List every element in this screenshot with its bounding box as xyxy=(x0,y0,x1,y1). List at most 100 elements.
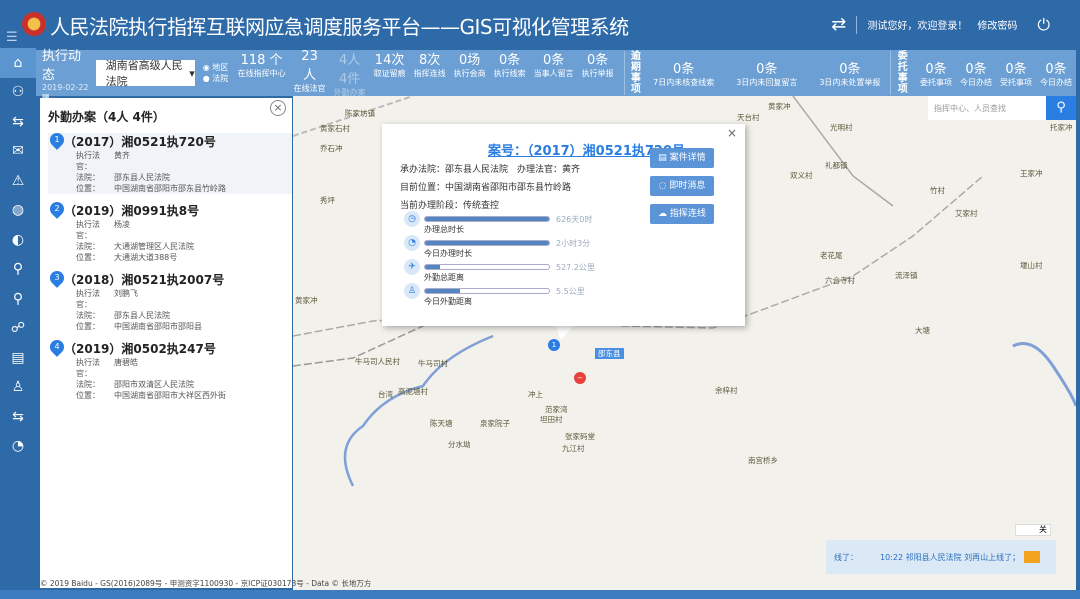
stat-item[interactable]: 0场 执行会商 xyxy=(450,49,490,98)
stat-item[interactable]: 118 个在线指挥中心 xyxy=(234,49,290,98)
case-detail-button[interactable]: ▤ 案件详情 xyxy=(650,148,714,168)
case-court-row: 法院： 邵阳市双清区人民法院 xyxy=(76,379,292,390)
field-value: 唐碧皓 xyxy=(114,358,138,367)
map-place-label: 天台村 xyxy=(737,113,760,122)
stat-item[interactable]: 8次 指挥连线 xyxy=(410,49,450,98)
field-value: 中国湖南省邵阳市邵东县竹岭路 xyxy=(114,184,226,193)
nav-monitor-icon[interactable]: ◐ xyxy=(0,225,36,255)
command-connect-button[interactable]: ☁ 指挥连线 xyxy=(650,204,714,224)
map-place-label: 九江村 xyxy=(562,444,585,453)
court-emblem-logo xyxy=(22,12,46,36)
nav-chart-icon[interactable]: ◔ xyxy=(0,432,36,462)
pin-number: 4 xyxy=(54,342,60,351)
search-input[interactable]: 指挥中心、人员查找 xyxy=(928,96,1046,120)
map-place-label: 双义村 xyxy=(790,171,813,180)
nav-list-icon[interactable]: ▤ xyxy=(0,343,36,373)
case-judge-row: 执行法官： 黄齐 xyxy=(76,150,292,172)
close-icon[interactable]: × xyxy=(270,100,286,116)
progress-label: 今日外勤距离 xyxy=(424,297,472,306)
case-list-item[interactable]: 2 （2019）湘0991执8号 执行法官： 杨凌 法院： 大通湖管理区人民法院 位置： 大通… xyxy=(47,199,292,263)
nav-user-icon[interactable]: ♙ xyxy=(0,373,36,403)
stat-value: 0条 xyxy=(756,62,778,77)
court-select[interactable]: 湖南省高级人民法院 ▾ xyxy=(95,59,195,88)
map-place-label: 张家码堂 xyxy=(565,432,595,441)
nav-mail-icon[interactable]: ✉ xyxy=(0,137,36,167)
nav-home-icon[interactable]: ⌂ xyxy=(0,48,36,78)
stat-item[interactable]: 0条 7日内未核查线索 xyxy=(649,58,718,88)
stat-item[interactable]: 0条 执行举报 xyxy=(578,49,618,98)
nav-search-icon[interactable]: ⚲ xyxy=(0,284,36,314)
radio-region[interactable]: ◉ 地区 xyxy=(203,62,234,73)
swap-icon[interactable]: ⇄ xyxy=(831,14,846,35)
map-search: 指挥中心、人员查找 ⚲ xyxy=(928,96,1076,120)
map-place-label: 光明村 xyxy=(830,123,853,132)
walk-icon: ✈ xyxy=(404,259,420,275)
divider xyxy=(856,15,858,34)
stat-label: 执行举报 xyxy=(581,68,614,78)
case-list-item[interactable]: 4 （2019）湘0502执247号 执行法官： 唐碧皓 法院： 邵阳市双清区人民法院 位置… xyxy=(47,337,292,401)
stat-item[interactable]: 0条 当事人留言 xyxy=(530,49,578,98)
nav-transfer-icon[interactable]: ⇆ xyxy=(0,402,36,432)
map-view[interactable]: 陈家坊镇 黄家石村 乔石冲 秀坪 黄家冲 天台村 光明村 托家冲 双义村 礼都镇 王家冲 竹村 艾家村老… xyxy=(293,96,1076,590)
power-icon[interactable]: ⏻ xyxy=(1037,15,1050,35)
case-number[interactable]: （2019）湘0502执247号 xyxy=(64,340,292,357)
app-header: ☰ 人民法院执行指挥互联网应急调度服务平台——GIS可视化管理系统 ⇄ 测试您好… xyxy=(0,0,1080,48)
case-court-row: 法院： 邵东县人民法院 xyxy=(76,310,292,321)
field-label: 执行法官： xyxy=(76,358,100,378)
menu-icon[interactable]: ☰ xyxy=(6,30,18,45)
nav-route-icon[interactable]: ⇆ xyxy=(0,107,36,137)
stat-item[interactable]: 4人 4件 外勤办案 xyxy=(330,49,370,98)
stat-item[interactable]: 23 人在线法官 xyxy=(290,49,330,98)
case-number[interactable]: （2019）湘0991执8号 xyxy=(64,202,292,219)
stat-value: 23 人 xyxy=(301,48,318,83)
stat-item[interactable]: 0条 3日内未回复留言 xyxy=(732,58,801,88)
search-button[interactable]: ⚲ xyxy=(1046,96,1076,120)
map-place-label: 王家冲 xyxy=(1020,169,1043,178)
progress-bar xyxy=(424,216,550,222)
stat-item[interactable]: 0条 3日内未处置举报 xyxy=(815,58,884,88)
toggle-switch[interactable]: 关 xyxy=(1015,524,1051,536)
stat-item[interactable]: 0条 今日办结 xyxy=(956,58,996,88)
map-copyright: © 2019 Baidu - GS(2016)2089号 - 甲测资字11009… xyxy=(40,579,372,588)
field-label: 执行法官： xyxy=(76,151,100,171)
map-place-label: 秀坪 xyxy=(320,196,335,205)
stat-label: 今日办结 xyxy=(1039,78,1072,87)
nav-network-icon[interactable]: ☍ xyxy=(0,314,36,344)
stat-value: 14次 xyxy=(374,52,405,68)
nav-org-icon[interactable]: ⚇ xyxy=(0,78,36,108)
timer-icon: ◔ xyxy=(404,235,420,251)
case-marker-1[interactable]: 1 xyxy=(548,339,560,351)
popup-close-icon[interactable]: × xyxy=(727,126,737,140)
progress-label: 外勤总距离 xyxy=(424,273,464,282)
stat-item[interactable]: 0条 今日办结 xyxy=(1036,58,1076,88)
nav-globe-icon[interactable]: ◍ xyxy=(0,196,36,226)
case-list-item[interactable]: 3 （2018）湘0521执2007号 执行法官： 刘鹏飞 法院： 邵东县人民法院 位置： 中… xyxy=(47,268,292,332)
stat-value: 0条 xyxy=(1045,62,1067,77)
case-number[interactable]: （2017）湘0521执720号 xyxy=(64,133,292,150)
app-title: 人民法院执行指挥互联网应急调度服务平台——GIS可视化管理系统 xyxy=(50,15,629,39)
popup-location: 目前位置：中国湖南省邵阳市邵东县竹岭路 xyxy=(400,183,572,193)
mail-icon[interactable] xyxy=(1024,551,1041,563)
field-label: 位置： xyxy=(76,253,100,262)
notification-bar: 线了： 10:22 祁阳县人民法院 刘再山上线了； xyxy=(826,540,1056,574)
radio-court[interactable]: ● 法院 xyxy=(203,73,234,84)
field-value: 刘鹏飞 xyxy=(114,289,138,298)
nav-person-search-icon[interactable]: ⚲ xyxy=(0,255,36,285)
map-place-label: 竹村 xyxy=(930,186,945,195)
overdue-group-label: 逾期事项 xyxy=(623,51,644,95)
case-number[interactable]: （2018）湘0521执2007号 xyxy=(64,271,292,288)
nav-warning-icon[interactable]: ⚠ xyxy=(0,166,36,196)
greeting: 测试您好，欢迎登录！ xyxy=(867,21,968,32)
stat-item[interactable]: 0条 受托事项 xyxy=(996,58,1036,88)
stat-label: 受托事项 xyxy=(999,78,1032,87)
stat-item[interactable]: 0条 执行线索 xyxy=(490,49,530,98)
alert-marker[interactable]: − xyxy=(574,372,586,384)
stat-item[interactable]: 14次 取证留痕 xyxy=(370,49,410,98)
map-place-label: 陈家坊镇 xyxy=(345,109,375,118)
stat-item[interactable]: 0条 委托事项 xyxy=(916,58,956,88)
case-loc-row: 位置： 大通湖大道388号 xyxy=(76,252,292,263)
location-pin-icon: 4 xyxy=(47,337,67,357)
change-password-link[interactable]: 修改密码 xyxy=(977,17,1017,32)
instant-message-button[interactable]: ◌ 即时消息 xyxy=(650,176,714,196)
case-list-item[interactable]: 1 （2017）湘0521执720号 执行法官： 黄齐 法院： 邵东县人民法院 位置： 中国湖… xyxy=(47,130,292,194)
